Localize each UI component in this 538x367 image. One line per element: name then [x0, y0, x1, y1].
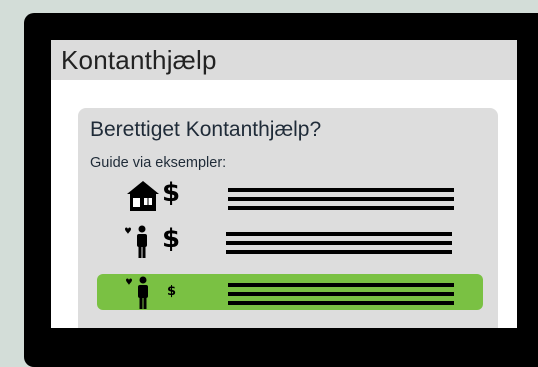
text-placeholder-lines	[228, 188, 454, 215]
currency-symbol: $	[162, 178, 181, 208]
app-screen: Kontanthjælp Berettiget Kontanthjælp? Gu…	[51, 40, 517, 328]
example-row-selected[interactable]: $	[97, 274, 483, 310]
app-title: Kontanthjælp	[61, 45, 217, 75]
title-bar: Kontanthjælp	[51, 40, 517, 80]
person-heart-icon	[120, 225, 154, 264]
example-row-person[interactable]: $	[78, 224, 498, 264]
currency-symbol: $	[162, 224, 181, 254]
eligibility-card: Berettiget Kontanthjælp? Guide via eksem…	[78, 108, 498, 328]
currency-symbol-small: $	[167, 284, 177, 299]
card-title: Berettiget Kontanthjælp?	[90, 118, 322, 141]
text-placeholder-lines	[228, 283, 454, 310]
text-placeholder-lines	[226, 232, 452, 259]
person-heart-icon	[121, 276, 155, 315]
guide-label: Guide via eksempler:	[90, 155, 227, 171]
example-row-housing[interactable]: $	[78, 178, 498, 218]
house-icon	[126, 180, 160, 217]
